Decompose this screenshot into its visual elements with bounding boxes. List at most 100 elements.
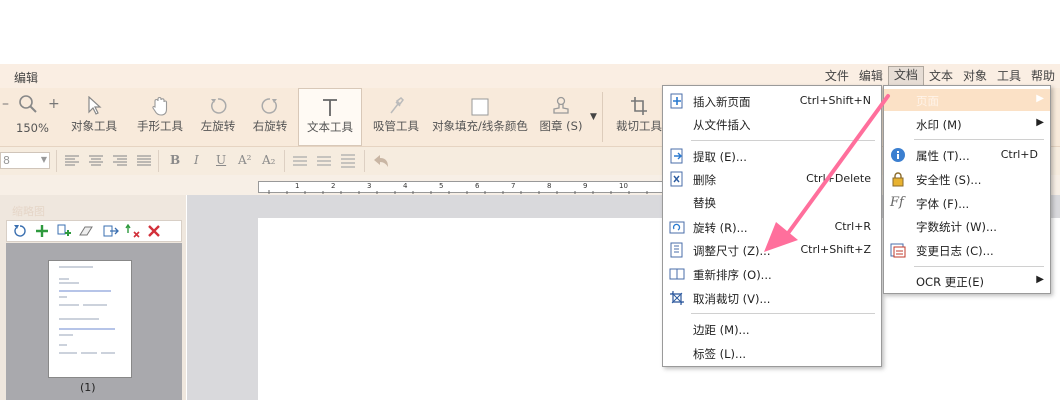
format-divider — [364, 150, 365, 172]
menu-separator — [691, 140, 875, 141]
ribbon-divider — [602, 92, 603, 142]
format-divider — [284, 150, 285, 172]
delete-page-icon — [669, 171, 685, 187]
menu-bar: 文件 编辑 文档 文本 对象 工具 帮助 — [820, 66, 1060, 86]
submenu-item-watermark[interactable]: 水印 (M) ▶ — [884, 113, 1050, 135]
zoom-in-button[interactable]: + — [48, 96, 60, 112]
menu-item-insert-new-page[interactable]: 插入新页面 Ctrl+Shift+N — [663, 90, 881, 112]
paragraph-spacing-icon[interactable] — [340, 153, 356, 172]
menu-item-margins[interactable]: 边距 (M)... — [663, 318, 881, 340]
menu-separator — [914, 266, 1044, 267]
menu-tools[interactable]: 工具 — [992, 67, 1026, 85]
subscript-button[interactable]: A₂ — [262, 153, 275, 167]
page-number-label: (1) — [80, 381, 96, 394]
ruler-label: 3 — [367, 182, 372, 190]
ruler-label: 9 — [583, 182, 588, 190]
crop-tool-button[interactable]: 裁切工具 — [612, 88, 666, 146]
stamp-dropdown-arrow-icon[interactable]: ▼ — [590, 112, 597, 122]
document-menu: 插入新页面 Ctrl+Shift+N 从文件插入 提取 (E)... 删除 Ct… — [662, 85, 882, 367]
line-spacing-icon[interactable] — [316, 154, 332, 171]
ruler-label: 5 — [439, 182, 444, 190]
rotate-left-icon — [208, 94, 228, 116]
submenu-item-ocr-correction[interactable]: OCR 更正(E) ▶ — [884, 270, 1050, 292]
list-icon[interactable] — [292, 154, 308, 171]
font-size-select[interactable]: 8 ▼ — [0, 152, 50, 169]
document-submenu: 页面 ▶ 水印 (M) ▶ 属性 (T)... Ctrl+D 安全性 (S)..… — [883, 85, 1051, 294]
undo-icon[interactable] — [372, 153, 390, 172]
zoom-out-button[interactable]: – — [2, 96, 9, 112]
info-icon — [890, 147, 906, 163]
underline-button[interactable]: U — [216, 153, 226, 167]
align-left-icon[interactable] — [64, 154, 80, 171]
thumbnail-panel-title: 缩略图 — [12, 205, 45, 218]
clear-icon[interactable] — [79, 224, 95, 241]
submenu-item-properties[interactable]: 属性 (T)... Ctrl+D — [884, 144, 1050, 166]
menu-item-labels[interactable]: 标签 (L)... — [663, 342, 881, 364]
color-square-icon — [471, 94, 489, 116]
submenu-item-security[interactable]: 安全性 (S)... — [884, 168, 1050, 190]
ruler-label: 6 — [475, 182, 480, 190]
rotate-right-icon — [260, 94, 280, 116]
stamp-tool-button[interactable]: 图章 (S) — [536, 88, 586, 146]
submenu-arrow-icon: ▶ — [1036, 93, 1044, 104]
menu-item-delete[interactable]: 删除 Ctrl+Delete — [663, 168, 881, 190]
export-page-icon[interactable] — [103, 224, 119, 241]
submenu-item-change-log[interactable]: 变更日志 (C)... — [884, 239, 1050, 261]
add-page-icon[interactable] — [35, 224, 49, 241]
align-center-icon[interactable] — [88, 154, 104, 171]
fill-stroke-color-button[interactable]: 对象填充/线条颜色 — [432, 88, 528, 146]
menu-item-extract[interactable]: 提取 (E)... — [663, 145, 881, 167]
rotate-left-button[interactable]: 左旋转 — [196, 88, 240, 146]
rotate-thumbnail-icon[interactable] — [13, 224, 27, 241]
pointer-icon — [86, 94, 102, 116]
menu-separator — [914, 139, 1044, 140]
thumbnail-toolbar — [6, 220, 182, 242]
resize-icon — [669, 242, 685, 258]
menu-object[interactable]: 对象 — [958, 67, 992, 85]
extract-pages-icon[interactable] — [125, 223, 141, 241]
page-thumbnail[interactable] — [48, 260, 132, 378]
menu-item-resize[interactable]: 调整尺寸 (Z)... Ctrl+Shift+Z — [663, 239, 881, 261]
submenu-item-word-count[interactable]: 字数统计 (W)... — [884, 215, 1050, 237]
menu-text[interactable]: 文本 — [924, 67, 958, 85]
ruler-label: 10 — [619, 182, 628, 190]
menu-file[interactable]: 文件 — [820, 67, 854, 85]
submenu-item-fonts[interactable]: Ff 字体 (F)... — [884, 192, 1050, 214]
submenu-arrow-icon: ▶ — [1036, 274, 1044, 285]
menu-item-replace[interactable]: 替换 — [663, 191, 881, 213]
format-divider — [158, 150, 159, 172]
rotate-right-button[interactable]: 右旋转 — [248, 88, 292, 146]
menu-item-rotate[interactable]: 旋转 (R)... Ctrl+R — [663, 216, 881, 238]
magnifier-icon[interactable] — [18, 94, 38, 117]
hand-icon — [151, 94, 169, 116]
eyedropper-icon — [387, 94, 405, 116]
text-tool-button[interactable]: 文本工具 — [298, 88, 362, 146]
align-right-icon[interactable] — [112, 154, 128, 171]
hand-tool-button[interactable]: 手形工具 — [132, 88, 188, 146]
submenu-item-page[interactable]: 页面 ▶ — [884, 89, 1050, 111]
superscript-button[interactable]: A² — [238, 153, 251, 167]
text-t-icon — [321, 95, 339, 117]
italic-button[interactable]: I — [194, 153, 199, 167]
insert-page-icon — [669, 93, 685, 109]
object-tool-button[interactable]: 对象工具 — [66, 88, 122, 146]
horizontal-ruler: 1 2 3 4 5 6 7 8 9 10 — [258, 181, 678, 194]
menu-help[interactable]: 帮助 — [1026, 67, 1060, 85]
menu-item-uncrop[interactable]: 取消裁切 (V)... — [663, 287, 881, 309]
zoom-level[interactable]: 150% — [16, 121, 49, 135]
menu-item-reorder[interactable]: 重新排序 (O)... — [663, 263, 881, 285]
menu-document[interactable]: 文档 — [887, 66, 924, 86]
delete-page-icon[interactable] — [147, 224, 161, 241]
eyedropper-tool-button[interactable]: 吸管工具 — [368, 88, 424, 146]
extract-icon — [669, 148, 685, 164]
format-divider — [56, 150, 57, 172]
bold-button[interactable]: B — [170, 153, 180, 167]
justify-icon[interactable] — [136, 154, 152, 171]
menu-item-insert-from-file[interactable]: 从文件插入 — [663, 113, 881, 135]
change-log-icon — [890, 242, 906, 258]
ruler-label: 1 — [295, 182, 300, 190]
menu-edit[interactable]: 编辑 — [854, 67, 888, 85]
insert-pages-icon[interactable] — [57, 224, 73, 241]
submenu-arrow-icon: ▶ — [1036, 117, 1044, 128]
app-title: 编辑 — [14, 71, 39, 85]
